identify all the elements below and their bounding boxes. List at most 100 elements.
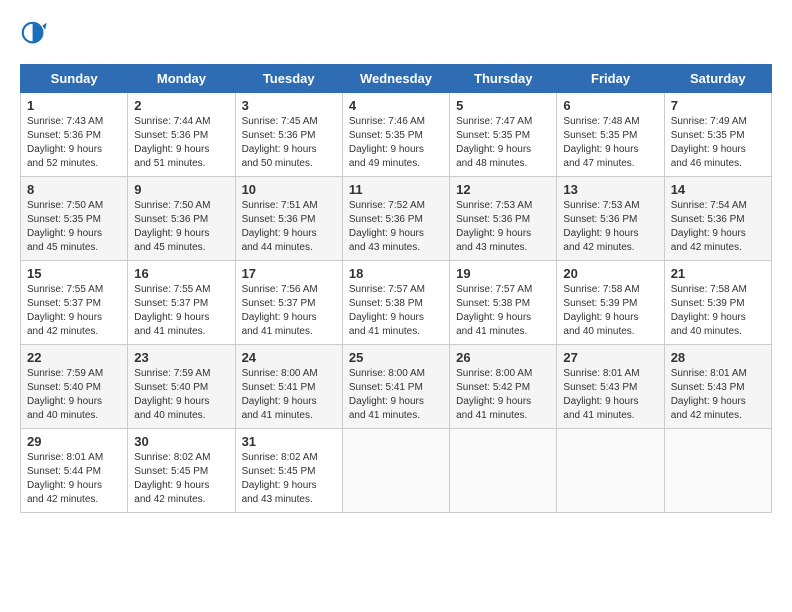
- logo: [20, 20, 52, 48]
- logo-icon: [20, 20, 48, 48]
- day-info: Sunrise: 7:59 AM Sunset: 5:40 PM Dayligh…: [134, 367, 228, 423]
- calendar-cell: 20 Sunrise: 7:58 AM Sunset: 5:39 PM Dayl…: [557, 261, 664, 345]
- day-number: 20: [563, 266, 657, 281]
- calendar-cell: 9 Sunrise: 7:50 AM Sunset: 5:36 PM Dayli…: [128, 177, 235, 261]
- calendar-cell: 2 Sunrise: 7:44 AM Sunset: 5:36 PM Dayli…: [128, 93, 235, 177]
- calendar-cell: 21 Sunrise: 7:58 AM Sunset: 5:39 PM Dayl…: [664, 261, 771, 345]
- calendar-cell: 30 Sunrise: 8:02 AM Sunset: 5:45 PM Dayl…: [128, 429, 235, 513]
- day-info: Sunrise: 7:50 AM Sunset: 5:36 PM Dayligh…: [134, 199, 228, 255]
- day-info: Sunrise: 8:00 AM Sunset: 5:42 PM Dayligh…: [456, 367, 550, 423]
- header-day-tuesday: Tuesday: [235, 65, 342, 93]
- calendar-cell: 27 Sunrise: 8:01 AM Sunset: 5:43 PM Dayl…: [557, 345, 664, 429]
- day-number: 30: [134, 434, 228, 449]
- calendar-cell: 22 Sunrise: 7:59 AM Sunset: 5:40 PM Dayl…: [21, 345, 128, 429]
- day-info: Sunrise: 8:01 AM Sunset: 5:44 PM Dayligh…: [27, 451, 121, 507]
- day-number: 16: [134, 266, 228, 281]
- day-number: 1: [27, 98, 121, 113]
- calendar-cell: 3 Sunrise: 7:45 AM Sunset: 5:36 PM Dayli…: [235, 93, 342, 177]
- calendar-cell: 14 Sunrise: 7:54 AM Sunset: 5:36 PM Dayl…: [664, 177, 771, 261]
- calendar-cell: 28 Sunrise: 8:01 AM Sunset: 5:43 PM Dayl…: [664, 345, 771, 429]
- header-day-saturday: Saturday: [664, 65, 771, 93]
- calendar-cell: 18 Sunrise: 7:57 AM Sunset: 5:38 PM Dayl…: [342, 261, 449, 345]
- calendar-cell: [450, 429, 557, 513]
- day-number: 15: [27, 266, 121, 281]
- week-row-4: 22 Sunrise: 7:59 AM Sunset: 5:40 PM Dayl…: [21, 345, 772, 429]
- day-info: Sunrise: 7:57 AM Sunset: 5:38 PM Dayligh…: [456, 283, 550, 339]
- day-number: 25: [349, 350, 443, 365]
- week-row-5: 29 Sunrise: 8:01 AM Sunset: 5:44 PM Dayl…: [21, 429, 772, 513]
- day-info: Sunrise: 7:43 AM Sunset: 5:36 PM Dayligh…: [27, 115, 121, 171]
- calendar-cell: 24 Sunrise: 8:00 AM Sunset: 5:41 PM Dayl…: [235, 345, 342, 429]
- calendar-cell: 6 Sunrise: 7:48 AM Sunset: 5:35 PM Dayli…: [557, 93, 664, 177]
- calendar-cell: 1 Sunrise: 7:43 AM Sunset: 5:36 PM Dayli…: [21, 93, 128, 177]
- day-number: 13: [563, 182, 657, 197]
- calendar-cell: 11 Sunrise: 7:52 AM Sunset: 5:36 PM Dayl…: [342, 177, 449, 261]
- day-number: 26: [456, 350, 550, 365]
- day-number: 22: [27, 350, 121, 365]
- day-info: Sunrise: 7:44 AM Sunset: 5:36 PM Dayligh…: [134, 115, 228, 171]
- day-number: 8: [27, 182, 121, 197]
- calendar-cell: 23 Sunrise: 7:59 AM Sunset: 5:40 PM Dayl…: [128, 345, 235, 429]
- day-number: 12: [456, 182, 550, 197]
- calendar-cell: 12 Sunrise: 7:53 AM Sunset: 5:36 PM Dayl…: [450, 177, 557, 261]
- day-number: 11: [349, 182, 443, 197]
- day-info: Sunrise: 8:01 AM Sunset: 5:43 PM Dayligh…: [563, 367, 657, 423]
- day-info: Sunrise: 7:49 AM Sunset: 5:35 PM Dayligh…: [671, 115, 765, 171]
- calendar-cell: [342, 429, 449, 513]
- calendar-cell: 8 Sunrise: 7:50 AM Sunset: 5:35 PM Dayli…: [21, 177, 128, 261]
- header-day-thursday: Thursday: [450, 65, 557, 93]
- day-info: Sunrise: 8:00 AM Sunset: 5:41 PM Dayligh…: [349, 367, 443, 423]
- day-info: Sunrise: 7:53 AM Sunset: 5:36 PM Dayligh…: [456, 199, 550, 255]
- day-info: Sunrise: 7:57 AM Sunset: 5:38 PM Dayligh…: [349, 283, 443, 339]
- calendar-cell: 10 Sunrise: 7:51 AM Sunset: 5:36 PM Dayl…: [235, 177, 342, 261]
- header-row: SundayMondayTuesdayWednesdayThursdayFrid…: [21, 65, 772, 93]
- day-info: Sunrise: 7:55 AM Sunset: 5:37 PM Dayligh…: [27, 283, 121, 339]
- day-info: Sunrise: 7:50 AM Sunset: 5:35 PM Dayligh…: [27, 199, 121, 255]
- calendar-cell: 31 Sunrise: 8:02 AM Sunset: 5:45 PM Dayl…: [235, 429, 342, 513]
- day-number: 28: [671, 350, 765, 365]
- day-info: Sunrise: 7:48 AM Sunset: 5:35 PM Dayligh…: [563, 115, 657, 171]
- day-info: Sunrise: 7:47 AM Sunset: 5:35 PM Dayligh…: [456, 115, 550, 171]
- day-number: 3: [242, 98, 336, 113]
- header-day-sunday: Sunday: [21, 65, 128, 93]
- calendar-cell: 26 Sunrise: 8:00 AM Sunset: 5:42 PM Dayl…: [450, 345, 557, 429]
- day-info: Sunrise: 8:00 AM Sunset: 5:41 PM Dayligh…: [242, 367, 336, 423]
- day-info: Sunrise: 8:01 AM Sunset: 5:43 PM Dayligh…: [671, 367, 765, 423]
- day-info: Sunrise: 7:46 AM Sunset: 5:35 PM Dayligh…: [349, 115, 443, 171]
- day-info: Sunrise: 7:59 AM Sunset: 5:40 PM Dayligh…: [27, 367, 121, 423]
- calendar-header: SundayMondayTuesdayWednesdayThursdayFrid…: [21, 65, 772, 93]
- day-number: 29: [27, 434, 121, 449]
- day-info: Sunrise: 7:54 AM Sunset: 5:36 PM Dayligh…: [671, 199, 765, 255]
- calendar-cell: [557, 429, 664, 513]
- calendar-cell: 16 Sunrise: 7:55 AM Sunset: 5:37 PM Dayl…: [128, 261, 235, 345]
- day-number: 4: [349, 98, 443, 113]
- week-row-1: 1 Sunrise: 7:43 AM Sunset: 5:36 PM Dayli…: [21, 93, 772, 177]
- calendar-cell: 7 Sunrise: 7:49 AM Sunset: 5:35 PM Dayli…: [664, 93, 771, 177]
- day-info: Sunrise: 7:55 AM Sunset: 5:37 PM Dayligh…: [134, 283, 228, 339]
- day-info: Sunrise: 7:53 AM Sunset: 5:36 PM Dayligh…: [563, 199, 657, 255]
- header-day-friday: Friday: [557, 65, 664, 93]
- week-row-2: 8 Sunrise: 7:50 AM Sunset: 5:35 PM Dayli…: [21, 177, 772, 261]
- day-info: Sunrise: 7:52 AM Sunset: 5:36 PM Dayligh…: [349, 199, 443, 255]
- day-number: 6: [563, 98, 657, 113]
- day-number: 5: [456, 98, 550, 113]
- day-number: 7: [671, 98, 765, 113]
- day-number: 19: [456, 266, 550, 281]
- calendar-cell: 19 Sunrise: 7:57 AM Sunset: 5:38 PM Dayl…: [450, 261, 557, 345]
- day-number: 10: [242, 182, 336, 197]
- calendar-cell: 29 Sunrise: 8:01 AM Sunset: 5:44 PM Dayl…: [21, 429, 128, 513]
- day-number: 14: [671, 182, 765, 197]
- day-info: Sunrise: 8:02 AM Sunset: 5:45 PM Dayligh…: [134, 451, 228, 507]
- day-number: 18: [349, 266, 443, 281]
- day-info: Sunrise: 8:02 AM Sunset: 5:45 PM Dayligh…: [242, 451, 336, 507]
- calendar-cell: [664, 429, 771, 513]
- day-number: 24: [242, 350, 336, 365]
- day-number: 9: [134, 182, 228, 197]
- calendar-cell: 4 Sunrise: 7:46 AM Sunset: 5:35 PM Dayli…: [342, 93, 449, 177]
- calendar-cell: 5 Sunrise: 7:47 AM Sunset: 5:35 PM Dayli…: [450, 93, 557, 177]
- day-number: 31: [242, 434, 336, 449]
- day-number: 27: [563, 350, 657, 365]
- day-info: Sunrise: 7:56 AM Sunset: 5:37 PM Dayligh…: [242, 283, 336, 339]
- calendar-body: 1 Sunrise: 7:43 AM Sunset: 5:36 PM Dayli…: [21, 93, 772, 513]
- day-info: Sunrise: 7:58 AM Sunset: 5:39 PM Dayligh…: [563, 283, 657, 339]
